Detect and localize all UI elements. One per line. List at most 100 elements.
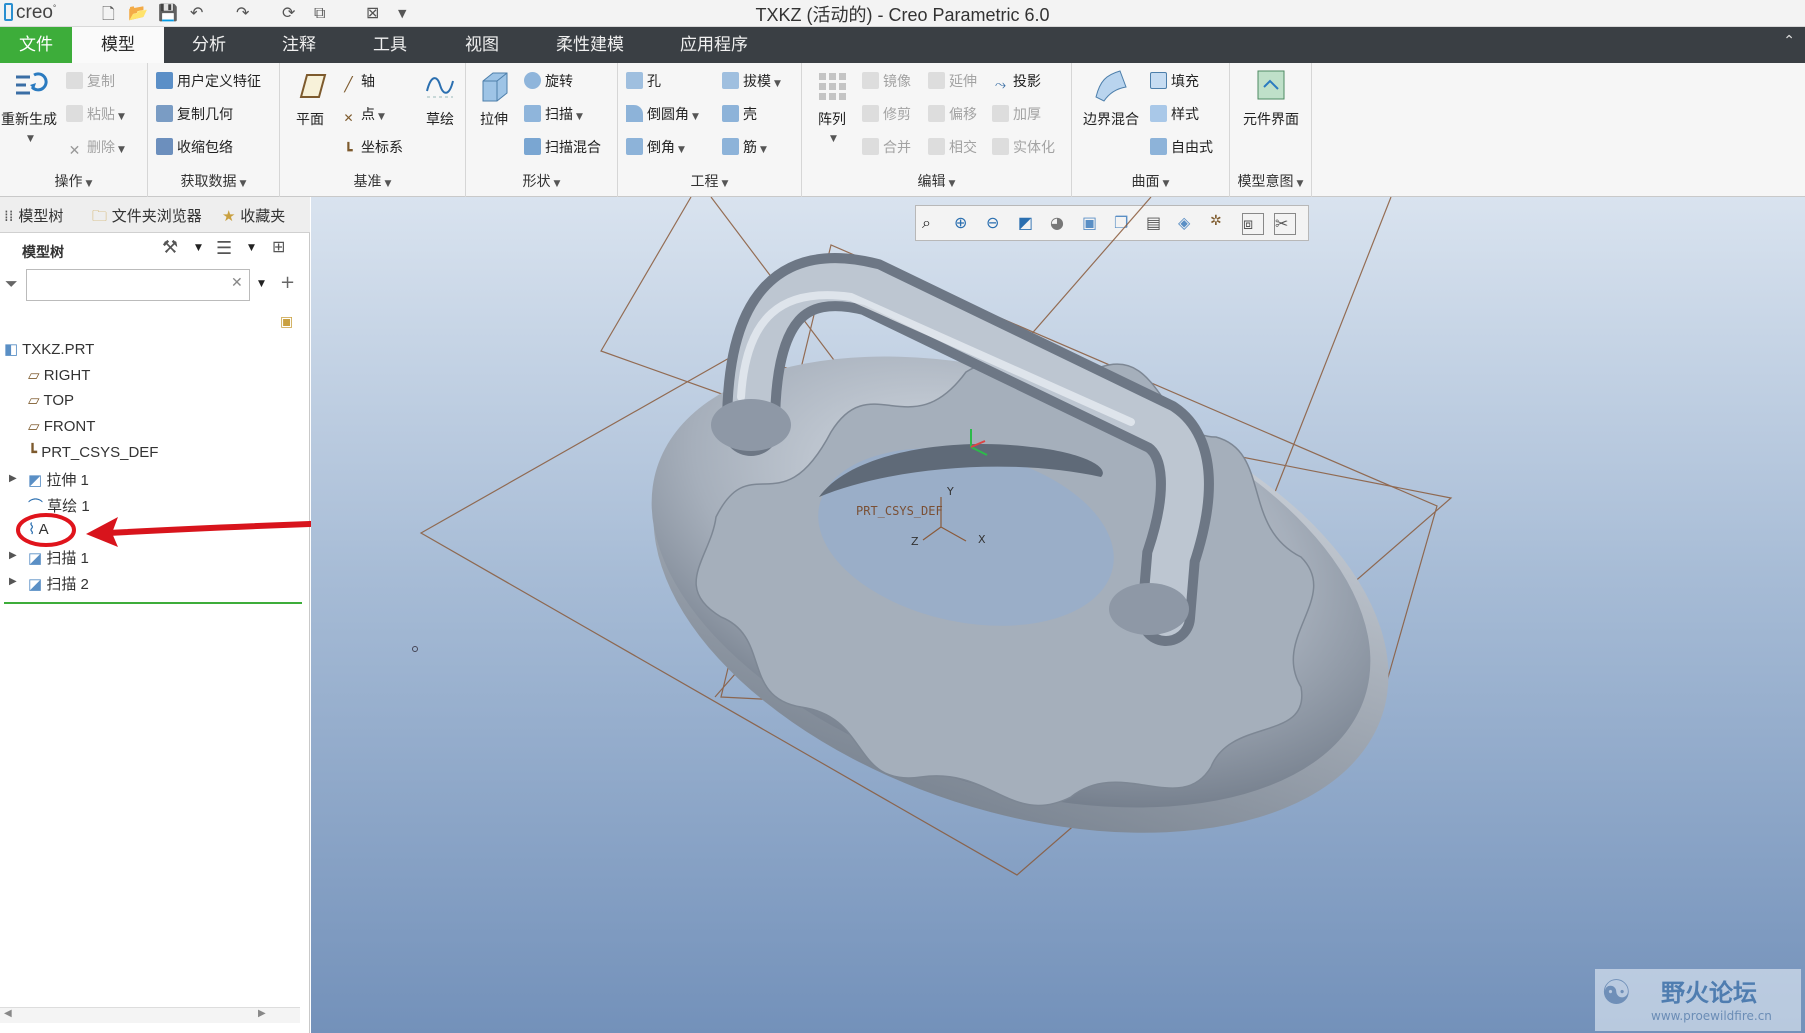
fill-button[interactable]: 填充: [1150, 71, 1199, 91]
round-button[interactable]: 倒圆角 ▼: [626, 104, 699, 124]
tree-item-curve-a[interactable]: ⌇ A: [28, 520, 49, 538]
group-label[interactable]: 基准 ▼: [280, 171, 465, 191]
tab-flexible-modeling[interactable]: 柔性建模: [528, 27, 652, 63]
project-button[interactable]: ⤳ 投影: [992, 71, 1041, 94]
rib-button[interactable]: 筋 ▼: [722, 137, 767, 157]
regenerate-icon: [16, 72, 48, 95]
freestyle-button[interactable]: 自由式: [1150, 137, 1213, 157]
revolve-button[interactable]: 旋转: [524, 71, 573, 91]
tree-item-extrude[interactable]: ◩ 拉伸 1: [28, 469, 89, 490]
csys-button[interactable]: ┗ 坐标系: [340, 137, 403, 160]
extrude-button[interactable]: 拉伸: [468, 67, 520, 129]
copy-geometry-icon: [156, 105, 173, 122]
search-options-icon[interactable]: ▼: [258, 279, 265, 289]
tree-filter-icon[interactable]: ▣: [280, 314, 293, 330]
expand-arrow-icon[interactable]: ▶: [9, 550, 17, 561]
group-label[interactable]: 模型意图 ▼: [1230, 171, 1311, 191]
tab-favorites[interactable]: ★ 收藏夹: [222, 205, 285, 226]
copy-button[interactable]: 复制: [66, 71, 115, 91]
copy-icon: [66, 72, 83, 89]
shell-button[interactable]: 壳: [722, 104, 757, 124]
paste-button[interactable]: 粘贴 ▼: [66, 104, 125, 124]
tab-file[interactable]: 文件: [0, 27, 72, 63]
clear-search-icon[interactable]: ✕: [231, 275, 243, 291]
thicken-button[interactable]: 加厚: [992, 104, 1041, 124]
tree-item-sweep-1[interactable]: ◪ 扫描 1: [28, 547, 89, 568]
tab-model[interactable]: 模型: [72, 27, 164, 63]
folder-icon: 🗀: [92, 207, 112, 225]
ribbon-tab-bar: 文件 模型 分析 注释 工具 视图 柔性建模 应用程序 ⌃: [0, 27, 1805, 63]
scroll-left-icon[interactable]: ◀: [4, 1008, 12, 1019]
tree-columns-icon[interactable]: ☰: [216, 238, 232, 259]
filter-icon[interactable]: ⏷: [5, 274, 18, 294]
trim-button[interactable]: 修剪: [862, 104, 911, 124]
merge-button[interactable]: 合并: [862, 137, 911, 157]
chamfer-icon: [626, 138, 643, 155]
tab-applications[interactable]: 应用程序: [652, 27, 776, 63]
intersect-button[interactable]: 相交: [928, 137, 977, 157]
group-label[interactable]: 曲面 ▼: [1072, 171, 1229, 191]
sketch-button[interactable]: 草绘: [418, 67, 462, 129]
tab-analysis[interactable]: 分析: [164, 27, 254, 63]
round-icon: [626, 105, 643, 122]
tab-model-tree[interactable]: ⁞⁞ 模型树: [4, 205, 63, 226]
add-icon[interactable]: +: [280, 272, 295, 293]
tree-search-input[interactable]: [26, 269, 250, 301]
tree-item-sketch[interactable]: ⌒ 草绘 1: [28, 495, 90, 516]
style-button[interactable]: 样式: [1150, 104, 1199, 124]
collapse-ribbon-icon[interactable]: ⌃: [1783, 33, 1795, 49]
chamfer-button[interactable]: 倒角 ▼: [626, 137, 685, 157]
panel-tabs: ⁞⁞ 模型树 🗀 文件夹浏览器 ★ 收藏夹: [0, 197, 310, 233]
pattern-button[interactable]: 阵列 ▼: [806, 67, 858, 145]
horizontal-scrollbar[interactable]: ◀ ▶: [0, 1007, 300, 1023]
model-tree-panel: ⁞⁞ 模型树 🗀 文件夹浏览器 ★ 收藏夹 模型树 ⚒ ▼ ☰ ▼ ⊞ ⏷ ✕ …: [0, 197, 310, 1033]
group-label[interactable]: 操作 ▼: [0, 171, 147, 191]
insert-indicator[interactable]: [4, 602, 302, 604]
project-icon: ⤳: [994, 77, 1007, 93]
model-graphics: PRT_CSYS_DEF Y X Z: [412, 197, 1453, 876]
axis-button[interactable]: ╱ 轴: [340, 71, 375, 94]
copy-geometry-button[interactable]: 复制几何: [156, 104, 233, 124]
group-label[interactable]: 形状 ▼: [466, 171, 617, 191]
group-label[interactable]: 工程 ▼: [618, 171, 801, 191]
delete-button[interactable]: ✕ 删除 ▼: [66, 137, 125, 160]
component-interface-button[interactable]: 元件界面: [1232, 67, 1310, 129]
offset-button[interactable]: 偏移: [928, 104, 977, 124]
model-tree-icon: ⁞⁞: [4, 207, 19, 225]
point-button[interactable]: ✕ 点 ▼: [340, 104, 384, 128]
solidify-button[interactable]: 实体化: [992, 137, 1055, 157]
graphics-viewport[interactable]: ⌕ ⊕ ⊖ ◩ ◕ ▣ ❐ ▤ ◈ ✲ ⧈ ✂ PRT_CSYS_DEF Y X…: [311, 197, 1805, 1033]
tree-item-part[interactable]: ◧ TXKZ.PRT: [4, 340, 94, 358]
group-label[interactable]: 获取数据 ▼: [148, 171, 279, 191]
boundary-blend-button[interactable]: 边界混合: [1076, 67, 1146, 129]
dropdown-arrow-icon[interactable]: ▼: [248, 243, 255, 253]
tab-folder-browser[interactable]: 🗀 文件夹浏览器: [92, 205, 204, 231]
sweep-button[interactable]: 扫描 ▼: [524, 104, 583, 124]
swept-blend-button[interactable]: 扫描混合: [524, 137, 601, 157]
tree-item-csys[interactable]: ┗ PRT_CSYS_DEF: [28, 443, 158, 461]
show-icon[interactable]: ⊞: [272, 237, 285, 256]
settings-hammer-icon[interactable]: ⚒: [162, 237, 178, 258]
tree-item-top[interactable]: ▱ TOP: [28, 391, 74, 409]
dropdown-arrow-icon[interactable]: ▼: [195, 243, 202, 253]
draft-button[interactable]: 拔模 ▼: [722, 71, 781, 91]
scroll-right-icon[interactable]: ▶: [258, 1008, 266, 1019]
shrinkwrap-button[interactable]: 收缩包络: [156, 137, 233, 157]
expand-arrow-icon[interactable]: ▶: [9, 473, 17, 484]
tab-tools[interactable]: 工具: [344, 27, 436, 63]
csys-icon: ┗: [28, 444, 42, 461]
tree-item-front[interactable]: ▱ FRONT: [28, 417, 95, 435]
tab-view[interactable]: 视图: [436, 27, 528, 63]
udf-button[interactable]: 用户定义特征: [156, 71, 261, 91]
forum-logo-icon: ☯: [1601, 973, 1632, 1013]
plane-button[interactable]: 平面: [284, 67, 336, 129]
tree-item-sweep-2[interactable]: ◪ 扫描 2: [28, 573, 89, 594]
regenerate-button[interactable]: 重新生成 ▼: [0, 67, 58, 145]
group-label[interactable]: 编辑 ▼: [802, 171, 1071, 191]
extend-button[interactable]: 延伸: [928, 71, 977, 91]
expand-arrow-icon[interactable]: ▶: [9, 576, 17, 587]
tab-annotate[interactable]: 注释: [254, 27, 344, 63]
hole-button[interactable]: 孔: [626, 71, 661, 91]
mirror-button[interactable]: 镜像: [862, 71, 911, 91]
tree-item-right[interactable]: ▱ RIGHT: [28, 366, 90, 384]
